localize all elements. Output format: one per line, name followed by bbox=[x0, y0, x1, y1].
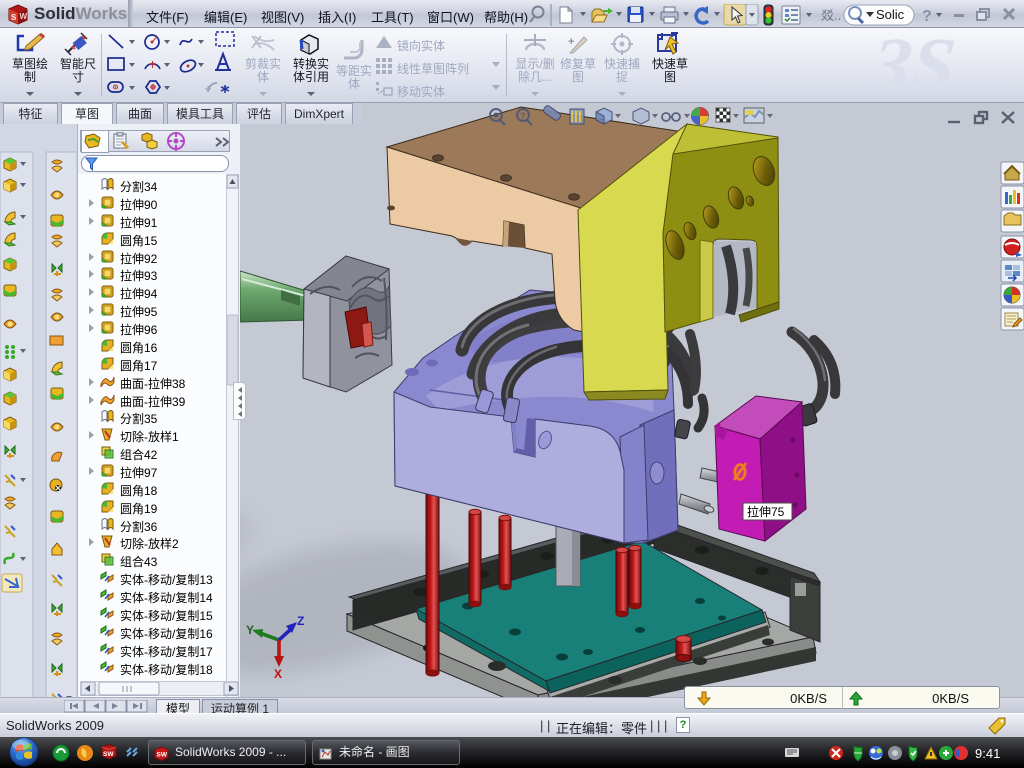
svg-text:W: W bbox=[20, 12, 28, 21]
svg-text:+: + bbox=[568, 36, 574, 48]
svg-text:SW: SW bbox=[103, 751, 114, 758]
svg-text:SW: SW bbox=[157, 752, 168, 759]
svg-text:拉伸75: 拉伸75 bbox=[747, 504, 785, 519]
svg-text:Y: Y bbox=[246, 623, 254, 637]
svg-text:Z: Z bbox=[297, 614, 304, 628]
svg-text:S: S bbox=[11, 13, 17, 22]
svg-text:X: X bbox=[274, 667, 282, 681]
svg-text:?: ? bbox=[520, 111, 526, 121]
svg-text:㸚..: 㸚.. bbox=[821, 8, 841, 23]
